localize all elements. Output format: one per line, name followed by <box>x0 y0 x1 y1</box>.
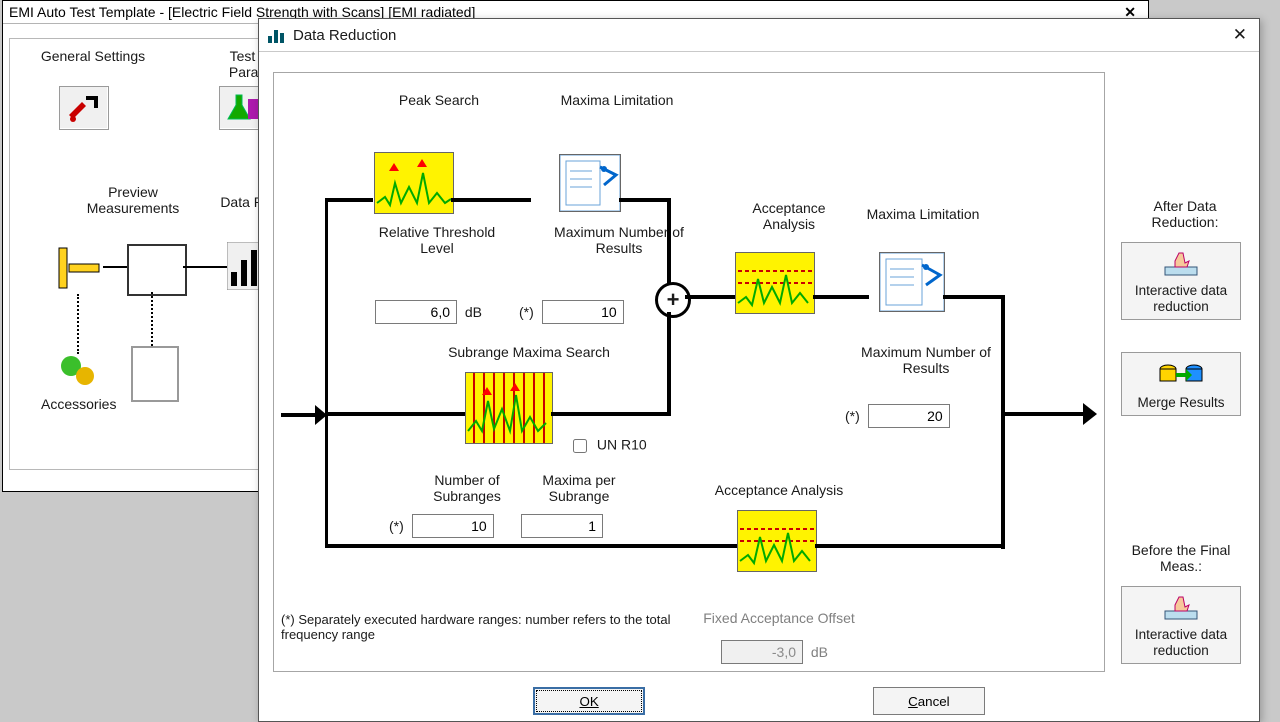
acceptance-analysis-2-label: Acceptance Analysis <box>689 482 869 498</box>
acceptance-analysis-2-icon[interactable] <box>737 510 817 572</box>
maxima-limitation-2-icon[interactable] <box>879 252 945 312</box>
max-results-caption: Maximum Number ofResults <box>519 224 719 256</box>
maxima-limitation-label: Maxima Limitation <box>527 92 707 108</box>
maxima-per-caption: Maxima perSubrange <box>519 472 639 504</box>
hand-icon <box>1126 249 1236 279</box>
dialog-icon <box>267 26 285 44</box>
subrange-search-icon[interactable] <box>465 372 553 444</box>
un-r10-checkbox[interactable] <box>573 439 587 453</box>
preview-measurements-section: Preview Measurements <box>73 184 193 216</box>
data-reduction-dialog: Data Reduction ✕ Peak Search Relative Th… <box>258 18 1260 722</box>
db-unit: dB <box>465 304 482 320</box>
page-icon[interactable] <box>131 346 179 402</box>
subrange-search-label: Subrange Maxima Search <box>399 344 659 360</box>
asterisk-3: (*) <box>845 408 860 424</box>
gears-icon[interactable] <box>57 350 101 390</box>
tools-icon <box>59 86 109 130</box>
peak-search-label: Peak Search <box>359 92 519 108</box>
fixed-offset-label: Fixed Acceptance Offset <box>679 610 879 626</box>
db-unit-2: dB <box>811 644 828 660</box>
peak-search-icon[interactable] <box>374 152 454 214</box>
cancel-button[interactable]: Cancel <box>873 687 985 715</box>
before-final-caption: Before the FinalMeas.: <box>1121 542 1241 574</box>
ruler-icon[interactable] <box>57 242 103 292</box>
max-results-2-caption: Maximum Number ofResults <box>831 344 1021 376</box>
relative-threshold-caption: Relative ThresholdLevel <box>347 224 527 256</box>
preview-label: Preview <box>73 184 193 200</box>
merge-results-button[interactable]: Merge Results <box>1121 352 1241 416</box>
interactive-data-reduction-button[interactable]: Interactive datareduction <box>1121 242 1241 320</box>
max-results-input[interactable] <box>542 300 624 324</box>
num-subranges-caption: Number ofSubranges <box>407 472 527 504</box>
asterisk-1: (*) <box>519 304 534 320</box>
accessories-label: Accessories <box>41 396 116 412</box>
merge-icon <box>1126 359 1236 391</box>
acceptance-analysis-icon[interactable] <box>735 252 815 314</box>
maxima-per-subrange-input[interactable] <box>521 514 603 538</box>
general-settings-button[interactable] <box>59 84 109 141</box>
flow-box[interactable] <box>127 244 187 296</box>
hand-icon-2 <box>1126 593 1236 623</box>
dialog-close-icon[interactable]: ✕ <box>1229 25 1251 45</box>
relative-threshold-input[interactable] <box>375 300 457 324</box>
dialog-titlebar: Data Reduction ✕ <box>259 19 1259 52</box>
general-settings-section: General Settings <box>33 48 153 64</box>
interactive-data-reduction-2-button[interactable]: Interactive datareduction <box>1121 586 1241 664</box>
maxima-limitation-2-label: Maxima Limitation <box>843 206 1003 222</box>
measurements-label: Measurements <box>73 200 193 216</box>
ok-button[interactable]: OK <box>533 687 645 715</box>
fixed-offset-input <box>721 640 803 664</box>
dialog-title: Data Reduction <box>293 27 396 44</box>
un-r10-checkbox-row[interactable]: UN R10 <box>569 436 647 456</box>
arrow-in-icon <box>281 402 327 428</box>
after-dr-caption: After DataReduction: <box>1125 198 1245 230</box>
maxima-limitation-icon[interactable] <box>559 154 621 212</box>
general-settings-label: General Settings <box>33 48 153 64</box>
arrow-out-icon <box>1047 400 1097 428</box>
num-subranges-input[interactable] <box>412 514 494 538</box>
max-results-2-input[interactable] <box>868 404 950 428</box>
footnote: (*) Separately executed hardware ranges:… <box>281 612 681 642</box>
plus-node-icon: + <box>655 282 691 318</box>
un-r10-label: UN R10 <box>597 437 647 453</box>
acceptance-analysis-caption: AcceptanceAnalysis <box>719 200 859 232</box>
asterisk-2: (*) <box>389 518 404 534</box>
